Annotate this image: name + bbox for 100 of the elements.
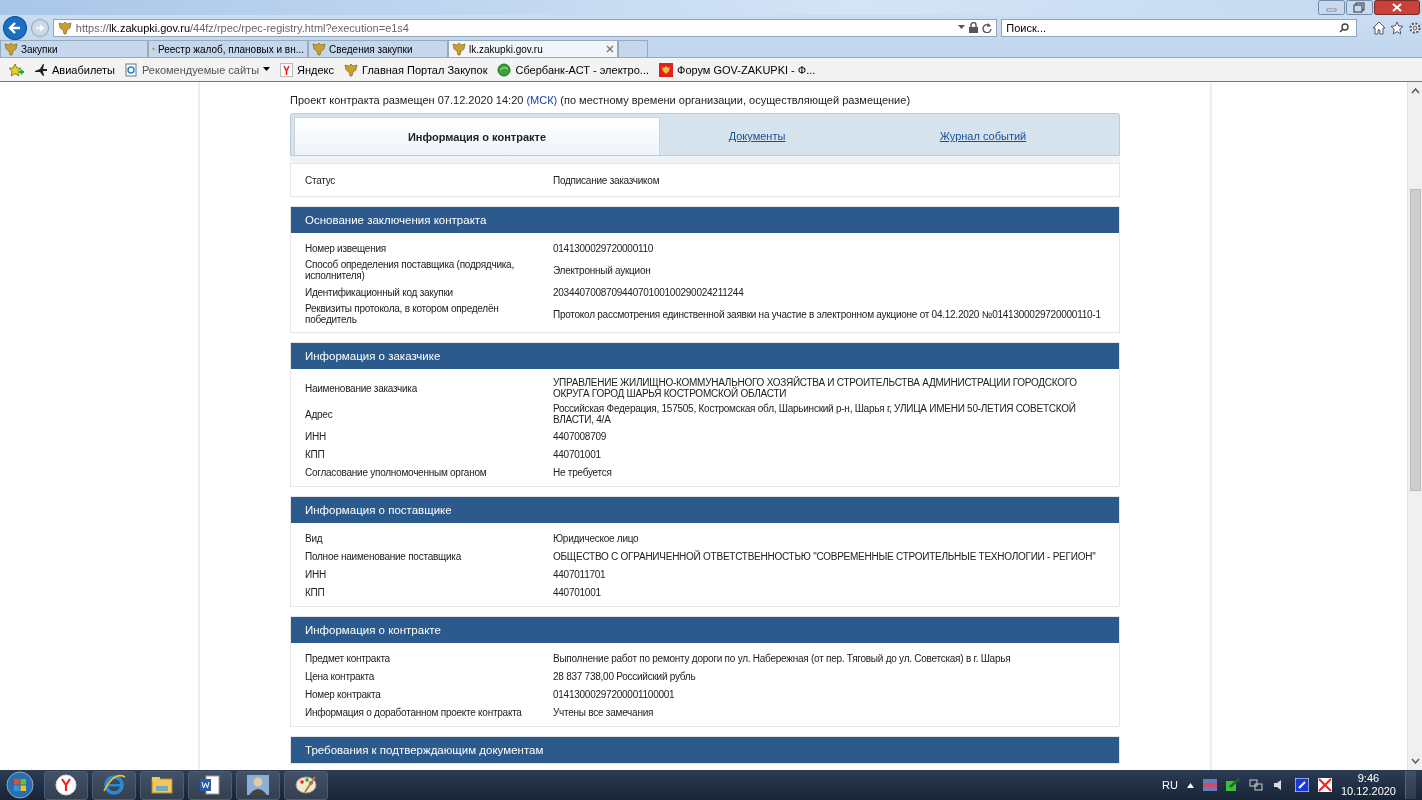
field-value: Не требуется bbox=[553, 466, 613, 478]
field-value: Российская Федерация, 157505, Костромская обл, Шарьинский р-н, Шарья г, УЛИЦА ИМЕНИ 50-ЛЕТИЯ СОВЕТСКОЙ ВЛАСТИ, 4/А bbox=[553, 403, 1077, 425]
dropdown-icon[interactable] bbox=[263, 67, 271, 72]
start-button[interactable] bbox=[4, 771, 36, 799]
forward-arrow-icon bbox=[34, 22, 45, 33]
tab-label: lk.zakupki.gov.ru bbox=[469, 43, 543, 55]
favorite-link[interactable]: Сбербанк-АСТ - электро... bbox=[497, 62, 649, 77]
field-label: Согласование уполномоченным органом bbox=[305, 466, 488, 478]
network-icon[interactable] bbox=[1248, 778, 1263, 792]
language-indicator[interactable]: RU bbox=[1162, 779, 1178, 791]
field-value: Протокол рассмотрения единственной заявки на участие в электронном аукционе от 04.12.2020 №0141300029720000110-1 bbox=[553, 308, 1102, 320]
scroll-up-icon[interactable] bbox=[1410, 88, 1420, 94]
field-value: 01413000297200001100001 bbox=[553, 688, 676, 700]
show-hidden-icon[interactable] bbox=[1186, 782, 1194, 788]
field-value: Подписание заказчиком bbox=[553, 174, 661, 186]
timezone-link[interactable]: (МСК) bbox=[526, 94, 558, 106]
yandex-icon bbox=[280, 62, 294, 77]
search-field[interactable]: Поиск... bbox=[1001, 18, 1358, 37]
clock-time: 9:46 bbox=[1357, 772, 1380, 785]
scrollbar[interactable] bbox=[1407, 82, 1422, 771]
field-label: Способ определения поставщика (подрядчика, исполнителя) bbox=[305, 259, 515, 281]
field-label: Наименование заказчика bbox=[305, 382, 419, 394]
person-icon[interactable] bbox=[236, 770, 280, 800]
browser-tab[interactable]: Реестр жалоб, плановых и вн... bbox=[148, 40, 308, 57]
address-field[interactable]: https://lk.zakupki.gov.ru/44fz/rpec/rpec-registry.html?execution=e1s4 bbox=[52, 18, 998, 37]
section-header: Информация о поставщике bbox=[291, 497, 1119, 523]
field-label: Идентификационный код закупки bbox=[305, 286, 454, 298]
field-label: Реквизиты протокола, в котором определён победитель bbox=[305, 303, 500, 325]
browser-icon[interactable] bbox=[92, 770, 136, 800]
field-label: Номер контракта bbox=[305, 688, 382, 700]
clock[interactable]: 9:46 10.12.2020 bbox=[1340, 772, 1396, 798]
field-label: ИНН bbox=[305, 430, 327, 442]
restore-button[interactable] bbox=[1346, 0, 1373, 15]
field-label: Адрес bbox=[305, 408, 334, 420]
close-icon[interactable] bbox=[606, 45, 614, 53]
favorite-link[interactable]: Главная Портал Закупок bbox=[344, 62, 488, 77]
back-button[interactable] bbox=[3, 15, 27, 40]
section-header: Требования к подтверждающим документам bbox=[291, 737, 1119, 763]
posted-notice: Проект контракта размещен 07.12.2020 14:20 (МСК) (по местному времени организации, осуществляющей размещение) bbox=[290, 94, 912, 106]
browser-icon[interactable] bbox=[44, 770, 88, 800]
field-label: Полное наименование поставщика bbox=[305, 550, 463, 562]
scroll-thumb[interactable] bbox=[1409, 189, 1421, 491]
url-text: https://lk.zakupki.gov.ru/44fz/rpec/rpec-registry.html?execution=e1s4 bbox=[75, 21, 410, 34]
favorite-link[interactable]: Рекомендуемые сайты bbox=[125, 62, 271, 77]
checkmark-icon[interactable] bbox=[1225, 778, 1240, 792]
browser-tab[interactable]: Закупки bbox=[0, 40, 148, 57]
tab-label: Реестр жалоб, плановых и вн... bbox=[157, 43, 304, 55]
close-button[interactable] bbox=[1374, 0, 1420, 15]
clock-date: 10.12.2020 bbox=[1340, 785, 1396, 798]
minimize-button[interactable] bbox=[1318, 0, 1345, 15]
field-label: Вид bbox=[305, 532, 324, 544]
favorites-star-icon[interactable] bbox=[8, 62, 24, 77]
browser-tab[interactable]: Сведения закупки bbox=[308, 40, 448, 57]
field-label: Статус bbox=[305, 174, 337, 186]
field-value: 4407011701 bbox=[553, 568, 607, 580]
field-label: Информация о доработанном проекте контракта bbox=[305, 706, 523, 718]
field-label: Цена контракта bbox=[305, 670, 376, 682]
favorite-link[interactable]: Форум GOV-ZAKUPKI - Ф... bbox=[659, 62, 816, 77]
palette-icon[interactable] bbox=[284, 770, 328, 800]
flag-icon[interactable] bbox=[1202, 779, 1217, 791]
field-label: Номер извещения bbox=[305, 242, 387, 254]
field-value: Учтены все замечания bbox=[553, 706, 655, 718]
section-header: Информация о заказчике bbox=[291, 343, 1119, 369]
field-value: 440701001 bbox=[553, 586, 602, 598]
section-header: Основание заключения контракта bbox=[291, 207, 1119, 233]
browser-tab[interactable]: lk.zakupki.gov.ru bbox=[448, 40, 618, 57]
content-tab[interactable]: Журнал событий bbox=[854, 117, 1112, 155]
lock-icon bbox=[969, 22, 979, 33]
tab-label: Закупки bbox=[21, 43, 58, 55]
field-value: Юридическое лицо bbox=[553, 532, 640, 544]
field-value: Выполнение работ по ремонту дороги по ул. Набережная (от пер. Тяговый до ул. Советская) в г. Шарья bbox=[553, 652, 1012, 664]
section-header: Информация о контракте bbox=[291, 617, 1119, 643]
star-icon[interactable] bbox=[1390, 20, 1404, 35]
field-value: Электронный аукцион bbox=[553, 264, 652, 276]
airplane-icon bbox=[34, 62, 48, 77]
content-tab[interactable]: Информация о контракте bbox=[294, 117, 660, 155]
field-value: 4407008709 bbox=[553, 430, 608, 442]
folder-icon[interactable] bbox=[140, 770, 184, 800]
document-icon[interactable] bbox=[188, 770, 232, 800]
home-icon[interactable] bbox=[1372, 20, 1386, 35]
field-value: 0141300029720000110 bbox=[553, 242, 655, 254]
field-value: ОБЩЕСТВО С ОГРАНИЧЕННОЙ ОТВЕТСТВЕННОСТЬЮ "СОВРЕМЕННЫЕ СТРОИТЕЛЬНЫЕ ТЕХНОЛОГИИ - РЕГИОН" bbox=[553, 550, 1097, 562]
field-value: 203440700870944070100100290024211244 bbox=[553, 286, 745, 298]
dropdown-icon[interactable] bbox=[958, 25, 966, 30]
tab-label: Сведения закупки bbox=[329, 43, 413, 55]
settings-icon[interactable] bbox=[1408, 20, 1422, 35]
favorite-link[interactable]: Авиабилеты bbox=[34, 62, 115, 77]
field-value: УПРАВЛЕНИЕ ЖИЛИЩНО-КОММУНАЛЬНОГО ХОЗЯЙСТВА И СТРОИТЕЛЬСТВА АДМИНИСТРАЦИИ ГОРОДСКОГО ОКРУГА ГОРОД ШАРЬЯ КОСТРОМСКОЙ ОБЛАСТИ bbox=[553, 377, 1078, 399]
field-label: ИНН bbox=[305, 568, 327, 580]
content-tab[interactable]: Документы bbox=[660, 117, 854, 155]
back-arrow-icon bbox=[7, 20, 22, 35]
field-value: 440701001 bbox=[553, 448, 602, 460]
crossed-icon[interactable] bbox=[1317, 778, 1332, 792]
refresh-icon[interactable] bbox=[982, 22, 993, 33]
field-value: 28 837 738,00 Российский рубль bbox=[553, 670, 697, 682]
field-label: КПП bbox=[305, 448, 326, 460]
favorite-link[interactable]: Яндекс bbox=[280, 62, 335, 77]
page-icon bbox=[125, 62, 138, 77]
scroll-down-icon[interactable] bbox=[1410, 758, 1420, 765]
field-label: КПП bbox=[305, 586, 326, 598]
